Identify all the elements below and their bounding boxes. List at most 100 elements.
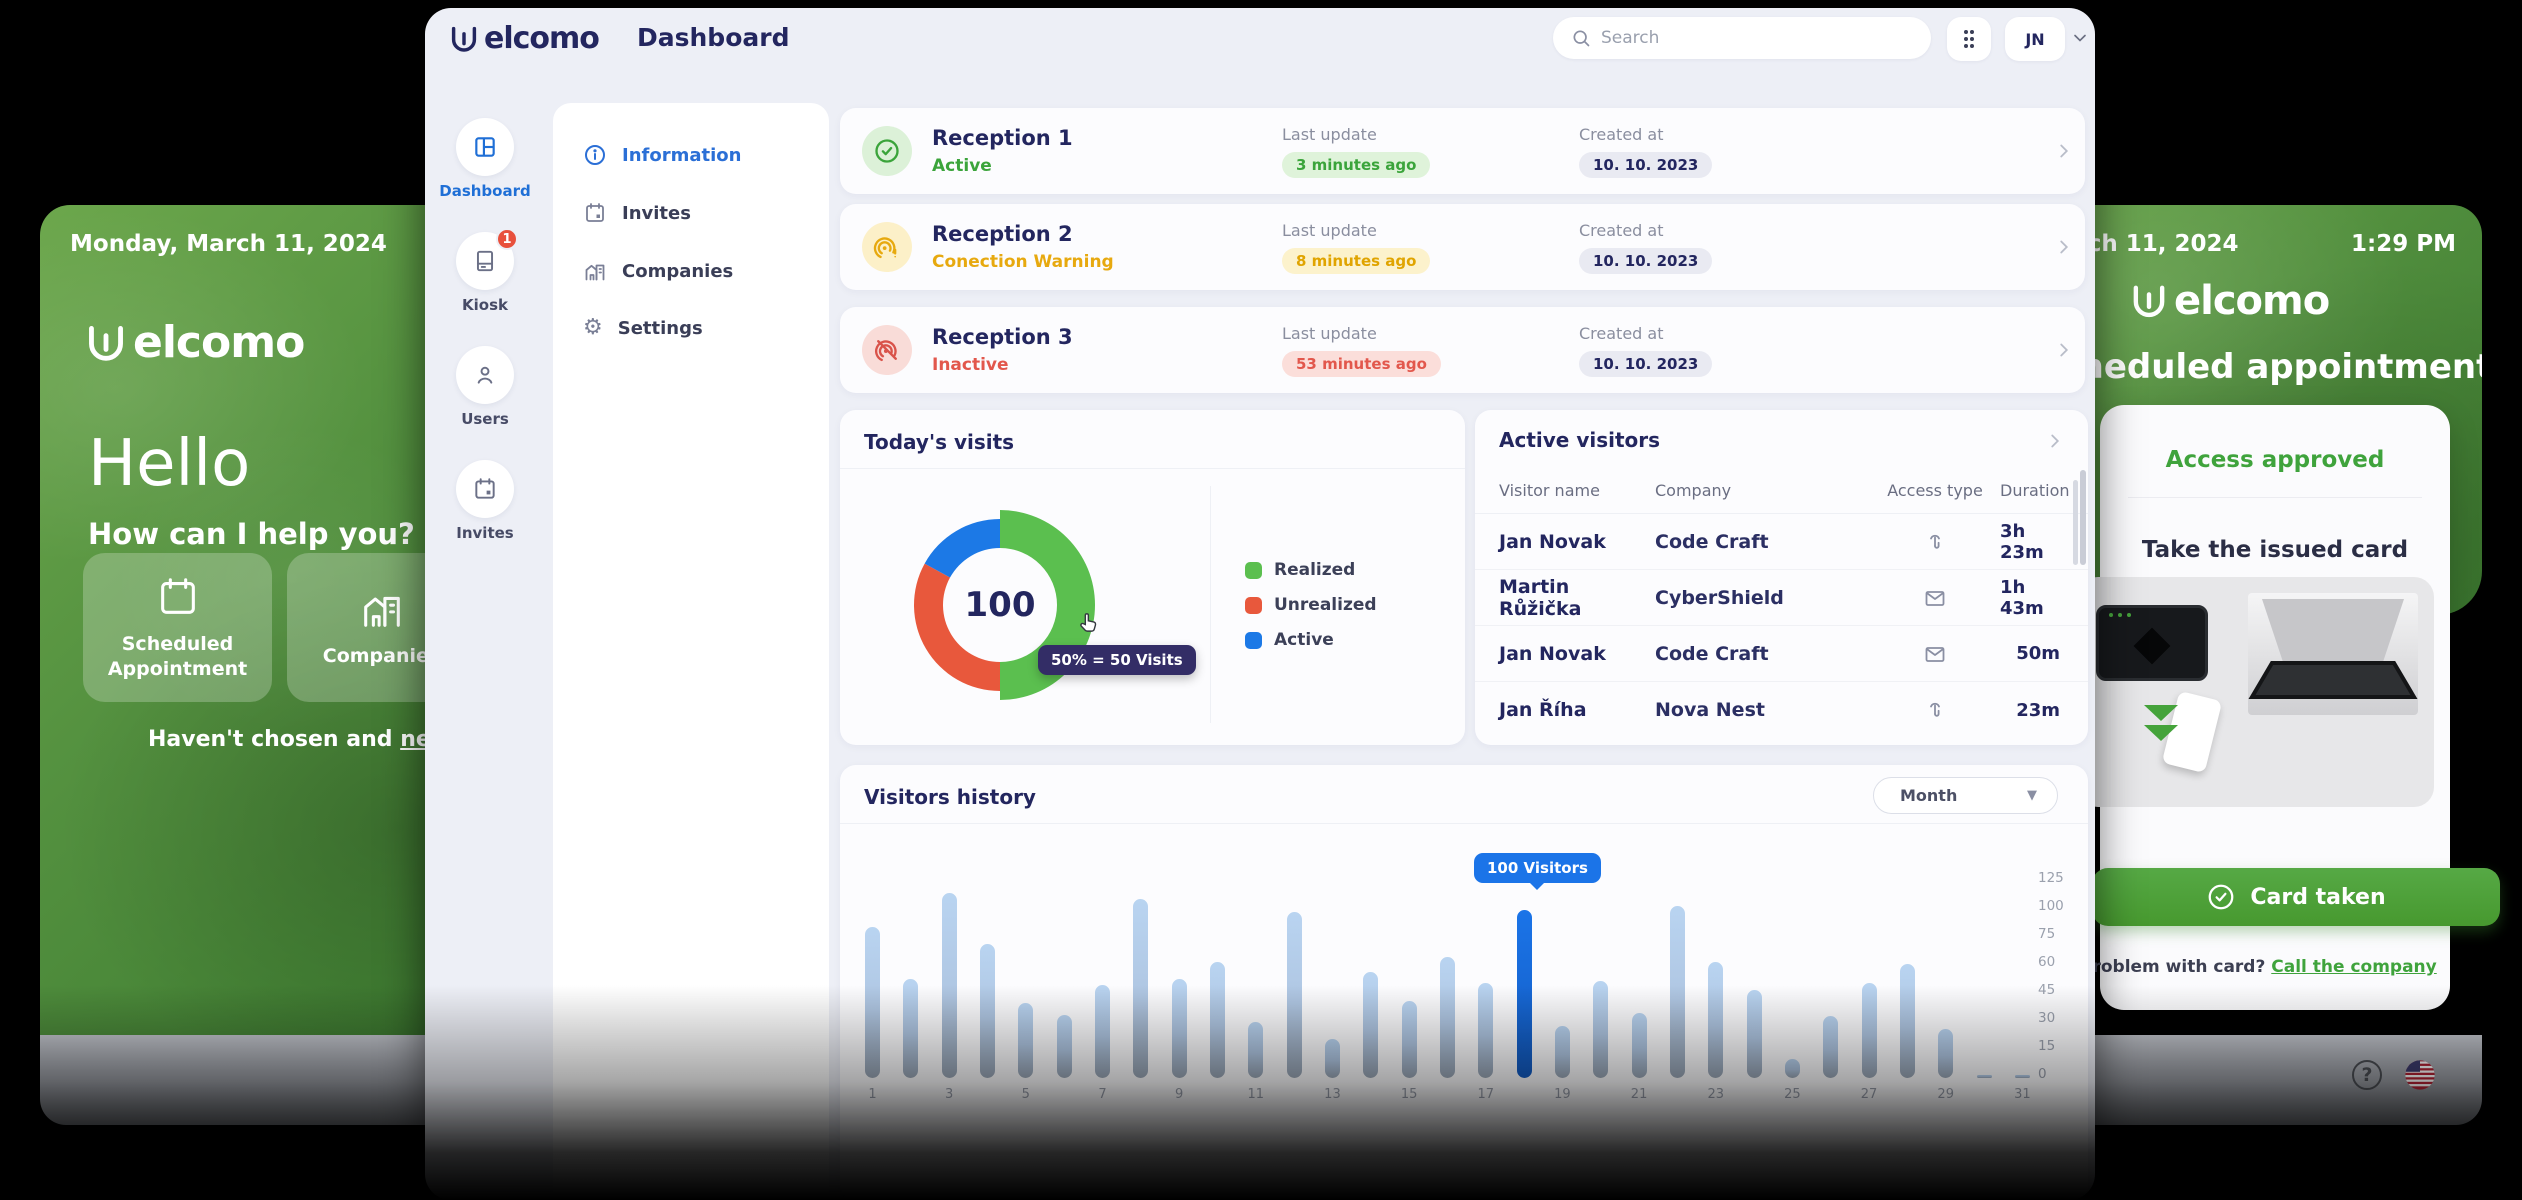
bar-day-27[interactable] <box>1862 983 1877 1078</box>
kiosk-left-bezel <box>40 1035 460 1125</box>
user-avatar[interactable]: JN <box>2005 17 2065 61</box>
reception-name: Reception 2 <box>932 222 1262 246</box>
bar-day-1[interactable] <box>865 927 880 1078</box>
bar-day-25[interactable] <box>1785 1059 1800 1078</box>
table-scrollbar[interactable] <box>2073 480 2078 565</box>
last-update-label: Last update <box>1282 324 1559 343</box>
mail-access-icon <box>1923 586 1947 610</box>
bar-day-16[interactable] <box>1440 957 1455 1078</box>
x-tick-26 <box>1823 1087 1838 1102</box>
sidebar-item-users[interactable]: Users <box>456 346 514 428</box>
chevron-right-icon[interactable] <box>2053 140 2075 162</box>
bar-day-9[interactable] <box>1172 979 1187 1078</box>
table-row[interactable]: Jan Novak Code Craft 3h 23m <box>1475 514 2088 570</box>
col-company: Company <box>1655 481 1870 500</box>
bar-day-13[interactable] <box>1325 1039 1340 1078</box>
nav-item-companies[interactable]: Companies <box>583 259 799 283</box>
us-flag-icon[interactable] <box>2404 1059 2436 1091</box>
x-tick-13: 13 <box>1325 1087 1340 1102</box>
bar-day-30[interactable] <box>1977 1075 1992 1078</box>
welcomo-logo[interactable]: elcomo <box>449 21 599 56</box>
bar-day-15[interactable] <box>1402 1001 1417 1078</box>
bar-day-2[interactable] <box>903 979 918 1078</box>
bar-day-4[interactable] <box>980 944 995 1078</box>
search-input[interactable] <box>1601 28 1913 48</box>
table-row[interactable]: Jan Novak Code Craft 50m <box>1475 626 2088 682</box>
apps-grid-button[interactable] <box>1947 17 1991 61</box>
card-taken-button[interactable]: Card taken <box>2092 868 2500 926</box>
x-tick-20 <box>1593 1087 1608 1102</box>
bar-day-24[interactable] <box>1747 990 1762 1078</box>
x-tick-17: 17 <box>1478 1087 1493 1102</box>
bar-day-11[interactable] <box>1248 1022 1263 1078</box>
bar-day-22[interactable] <box>1670 906 1685 1078</box>
sidebar-label: Invites <box>456 524 513 542</box>
donut-tooltip: 50% = 50 Visits <box>1038 645 1196 675</box>
sidebar-item-invites[interactable]: Invites <box>456 460 514 542</box>
x-tick-8 <box>1133 1087 1148 1102</box>
bar-day-31[interactable] <box>2015 1075 2030 1078</box>
y-tick-0: 0 <box>2038 1060 2064 1088</box>
search-bar[interactable] <box>1553 17 1931 59</box>
reception-card[interactable]: Reception 1 Active Last update 3 minutes… <box>840 108 2085 194</box>
donut-total: 100 <box>890 495 1110 715</box>
table-row[interactable]: Jan Říha Nova Nest 23m <box>1475 682 2088 738</box>
user-menu-chevron[interactable] <box>2070 28 2090 48</box>
visit-duration: 50m <box>2016 643 2060 664</box>
bar-day-18[interactable] <box>1517 910 1532 1078</box>
nav-item-invites[interactable]: Invites <box>583 201 799 225</box>
period-select[interactable]: Month ▼ <box>1873 777 2058 814</box>
kiosk-icon <box>472 248 498 274</box>
chevron-right-icon[interactable] <box>2053 339 2075 361</box>
bar-day-19[interactable] <box>1555 1026 1570 1078</box>
col-visitor-name: Visitor name <box>1499 481 1655 500</box>
chevron-right-icon[interactable] <box>2044 430 2066 452</box>
bar-day-29[interactable] <box>1938 1029 1953 1078</box>
card-issue-panel: Access approved Take the issued card <box>2100 405 2450 1010</box>
chevron-right-icon[interactable] <box>2053 236 2075 258</box>
nav-label: Companies <box>622 261 733 282</box>
x-tick-14 <box>1363 1087 1378 1102</box>
help-icon[interactable]: ? <box>2352 1060 2382 1090</box>
legend-label: Unrealized <box>1274 595 1377 615</box>
page-scrollbar[interactable] <box>2080 470 2086 565</box>
visitor-company: Code Craft <box>1655 531 1870 553</box>
bar-day-5[interactable] <box>1018 1003 1033 1078</box>
bar-day-28[interactable] <box>1900 964 1915 1078</box>
x-tick-21: 21 <box>1632 1087 1647 1102</box>
bar-day-26[interactable] <box>1823 1016 1838 1078</box>
calendar-icon <box>472 476 498 502</box>
table-row[interactable]: Martin Růžička CyberShield 1h 43m <box>1475 570 2088 626</box>
bar-day-3[interactable] <box>942 893 957 1078</box>
bar-day-8[interactable] <box>1133 899 1148 1078</box>
x-tick-12 <box>1287 1087 1302 1102</box>
bar-day-12[interactable] <box>1287 912 1302 1078</box>
bar-day-23[interactable] <box>1708 962 1723 1078</box>
bar-day-20[interactable] <box>1593 981 1608 1078</box>
reception-card[interactable]: Reception 2 Conection Warning Last updat… <box>840 204 2085 290</box>
bar-day-10[interactable] <box>1210 962 1225 1078</box>
x-tick-3: 3 <box>942 1087 957 1102</box>
sidebar-item-dashboard[interactable]: Dashboard <box>439 118 530 200</box>
section-nav: Information Invites Companies ⚙ Settin <box>553 103 829 1200</box>
bar-day-6[interactable] <box>1057 1015 1072 1078</box>
nav-item-information[interactable]: Information <box>583 143 799 167</box>
down-arrows-icon <box>2144 705 2178 745</box>
visits-donut-chart[interactable]: 100 <box>890 495 1110 715</box>
scheduled-appointment-button[interactable]: Scheduled Appointment <box>83 553 272 702</box>
bar-day-14[interactable] <box>1363 972 1378 1078</box>
kiosk-badge: 1 <box>496 228 518 250</box>
created-at-label: Created at <box>1579 125 2015 144</box>
x-tick-27: 27 <box>1862 1087 1877 1102</box>
x-tick-5: 5 <box>1018 1087 1033 1102</box>
call-company-link[interactable]: Call the company <box>2271 957 2437 977</box>
nav-item-settings[interactable]: ⚙ Settings <box>583 317 799 339</box>
building-icon <box>359 586 405 632</box>
sidebar-item-kiosk[interactable]: 1 Kiosk <box>456 232 514 314</box>
reception-card[interactable]: Reception 3 Inactive Last update 53 minu… <box>840 307 2085 393</box>
visitor-name: Martin Růžička <box>1499 576 1655 620</box>
bar-day-21[interactable] <box>1632 1013 1647 1078</box>
bar-day-7[interactable] <box>1095 985 1110 1078</box>
bar-day-17[interactable] <box>1478 983 1493 1078</box>
status-active-icon <box>862 126 912 176</box>
